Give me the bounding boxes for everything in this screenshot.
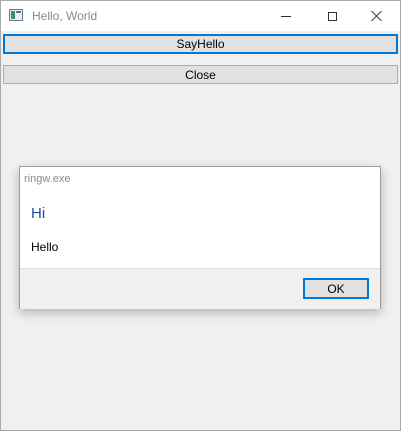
- app-window-icon: [9, 9, 23, 21]
- minimize-button[interactable]: [263, 1, 309, 31]
- window-title: Hello, World: [32, 9, 98, 23]
- close-icon: [371, 10, 383, 22]
- ok-button[interactable]: OK: [303, 278, 369, 299]
- maximize-button[interactable]: [309, 1, 355, 31]
- close-window-button[interactable]: [354, 1, 400, 31]
- dialog-message: Hello: [31, 240, 59, 254]
- dialog-title: ringw.exe: [24, 173, 71, 185]
- dialog-heading: Hi: [31, 205, 46, 222]
- message-dialog: ringw.exe Hi Hello OK: [19, 166, 381, 309]
- close-button[interactable]: Close: [3, 65, 398, 84]
- maximize-icon: [327, 11, 337, 21]
- minimize-icon: [281, 15, 291, 17]
- title-bar[interactable]: Hello, World: [1, 1, 400, 31]
- sayhello-button[interactable]: SayHello: [3, 34, 398, 54]
- dialog-footer: OK: [20, 268, 380, 309]
